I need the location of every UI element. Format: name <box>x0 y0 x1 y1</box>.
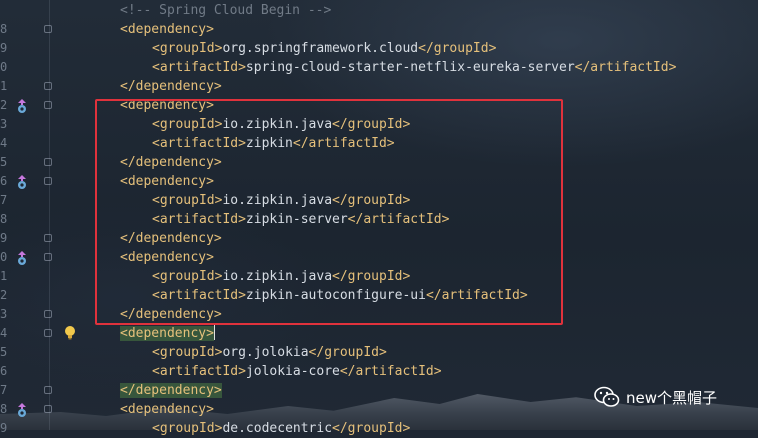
line-number: 4 <box>0 326 8 340</box>
line-number: 2 <box>0 98 8 112</box>
xml-value: org.springframework.cloud <box>222 41 419 56</box>
line-number: 1 <box>0 79 8 93</box>
xml-tag: <dependency> <box>120 402 214 417</box>
line-number: 0 <box>0 60 8 74</box>
intention-bulb-icon[interactable] <box>63 325 77 341</box>
watermark-text: new个黑帽子 <box>626 388 718 407</box>
fold-toggle-icon[interactable] <box>44 405 52 413</box>
fold-toggle-icon[interactable] <box>44 177 52 185</box>
watermark: new个黑帽子 <box>594 384 717 410</box>
xml-close-tag: </groupId> <box>332 421 411 436</box>
xml-close-tag: </artifactId> <box>574 60 677 75</box>
override-marker-icon[interactable] <box>15 174 29 190</box>
code-text[interactable]: <!-- Spring Cloud Begin --> <box>120 1 331 20</box>
xml-value: jolokia-core <box>245 364 340 379</box>
line-number: 6 <box>0 364 8 378</box>
code-text[interactable]: <groupId>org.jolokia</groupId> <box>152 343 387 362</box>
code-line[interactable]: <!-- Spring Cloud Begin --> <box>0 1 758 20</box>
line-number: 6 <box>0 174 8 188</box>
xml-tag: </dependency> <box>120 79 222 94</box>
line-number: 8 <box>0 22 8 36</box>
fold-toggle-icon[interactable] <box>44 25 52 33</box>
xml-open-tag: <groupId> <box>152 421 223 436</box>
fold-toggle-icon[interactable] <box>44 234 52 242</box>
code-line[interactable]: 8 <dependency> <box>0 20 758 39</box>
fold-toggle-icon[interactable] <box>44 329 52 337</box>
xml-open-tag: <groupId> <box>152 345 223 360</box>
xml-tag: <dependency> <box>120 326 214 341</box>
line-number: 9 <box>0 41 8 55</box>
line-number: 9 <box>0 231 8 245</box>
xml-value: org.jolokia <box>222 345 309 360</box>
line-number: 8 <box>0 212 8 226</box>
xml-open-tag: <artifactId> <box>152 364 246 379</box>
override-marker-icon[interactable] <box>15 402 29 418</box>
code-text[interactable]: <dependency> <box>120 324 215 343</box>
code-line[interactable]: 5 <groupId>org.jolokia</groupId> <box>0 343 758 362</box>
xml-close-tag: </groupId> <box>308 345 387 360</box>
xml-open-tag: <groupId> <box>152 41 223 56</box>
line-number: 2 <box>0 288 8 302</box>
code-line[interactable]: 9 <groupId>org.springframework.cloud</gro… <box>0 39 758 58</box>
xml-close-tag: </artifactId> <box>339 364 442 379</box>
xml-close-tag: </groupId> <box>418 41 497 56</box>
line-number: 9 <box>0 421 8 435</box>
code-text[interactable]: <artifactId>jolokia-core</artifactId> <box>152 362 442 381</box>
fold-toggle-icon[interactable] <box>44 82 52 90</box>
fold-toggle-icon[interactable] <box>44 158 52 166</box>
line-number: 3 <box>0 117 8 131</box>
code-text[interactable]: <dependency> <box>120 400 214 419</box>
xml-open-tag: <artifactId> <box>152 60 246 75</box>
code-text[interactable]: <dependency> <box>120 20 214 39</box>
code-text[interactable]: <groupId>de.codecentric</groupId> <box>152 419 410 438</box>
fold-toggle-icon[interactable] <box>44 253 52 261</box>
xml-value: spring-cloud-starter-netflix-eureka-serv… <box>245 60 575 75</box>
text-caret <box>213 325 215 340</box>
code-line[interactable]: 0 <artifactId>spring-cloud-starter-netfli… <box>0 58 758 77</box>
xml-value: de.codecentric <box>222 421 333 436</box>
code-text[interactable]: </dependency> <box>120 381 222 400</box>
override-marker-icon[interactable] <box>15 98 29 114</box>
xml-tag: <dependency> <box>120 22 214 37</box>
fold-toggle-icon[interactable] <box>44 310 52 318</box>
code-line[interactable]: 6 <artifactId>jolokia-core</artifactId> <box>0 362 758 381</box>
code-text[interactable]: </dependency> <box>120 77 222 96</box>
override-marker-icon[interactable] <box>15 250 29 266</box>
line-number: 7 <box>0 193 8 207</box>
line-number: 5 <box>0 345 8 359</box>
line-number: 3 <box>0 307 8 321</box>
line-number: 1 <box>0 269 8 283</box>
line-number: 7 <box>0 383 8 397</box>
line-number: 4 <box>0 136 8 150</box>
wechat-icon <box>594 386 620 407</box>
code-text[interactable]: <groupId>org.springframework.cloud</grou… <box>152 39 496 58</box>
line-number: 8 <box>0 402 8 416</box>
code-text[interactable]: <artifactId>spring-cloud-starter-netflix… <box>152 58 676 77</box>
fold-toggle-icon[interactable] <box>44 101 52 109</box>
code-line[interactable]: 9 <groupId>de.codecentric</groupId> <box>0 419 758 438</box>
code-line[interactable]: 4 <dependency> <box>0 324 758 343</box>
line-number: 0 <box>0 250 8 264</box>
fold-toggle-icon[interactable] <box>44 386 52 394</box>
annotation-highlight-box <box>95 99 563 325</box>
xml-comment: <!-- Spring Cloud Begin --> <box>120 3 332 18</box>
xml-tag: </dependency> <box>120 383 222 398</box>
line-number: 5 <box>0 155 8 169</box>
code-line[interactable]: 1 </dependency> <box>0 77 758 96</box>
